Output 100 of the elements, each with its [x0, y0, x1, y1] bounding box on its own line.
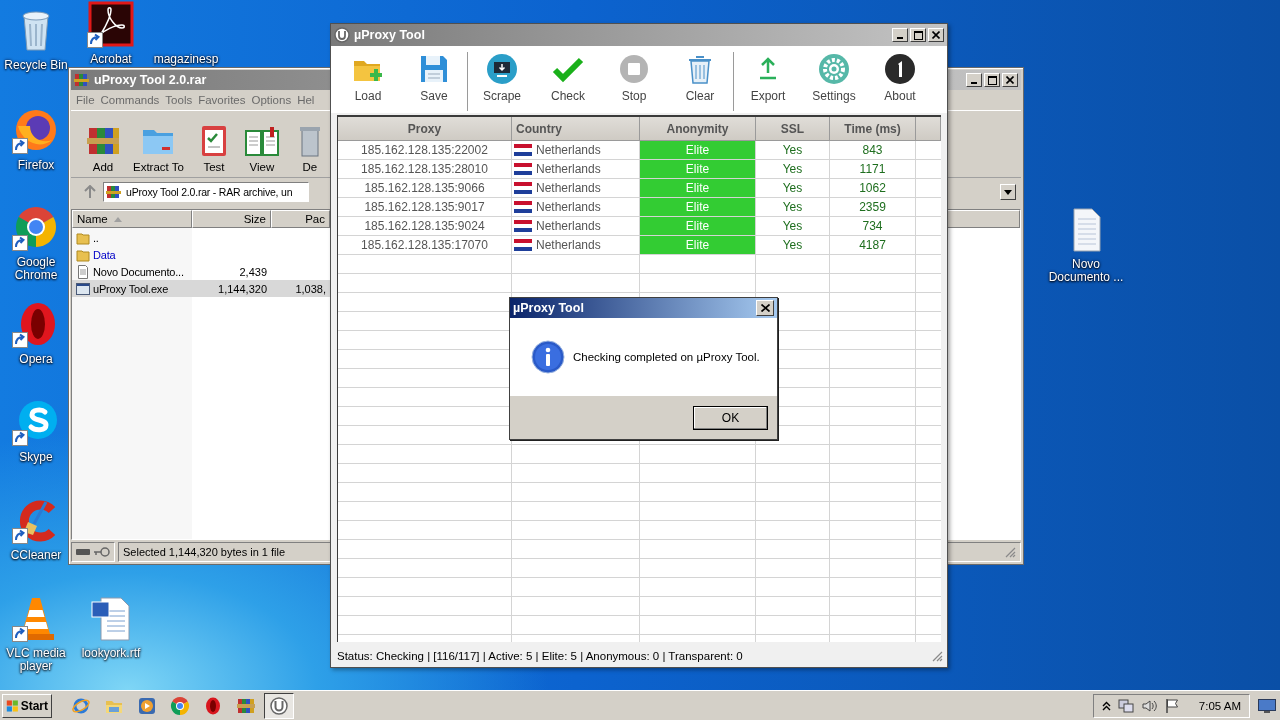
toolbar-button[interactable]: Add [79, 122, 127, 173]
menu-item[interactable]: Tools [162, 94, 196, 106]
flag-icon [514, 144, 532, 156]
key-icon [94, 547, 110, 557]
table-cell-text: 185.162.128.135:17070 [360, 237, 489, 254]
file-size: 2,439 [239, 265, 268, 278]
flag-icon [514, 163, 532, 175]
column-header[interactable]: Anonymity [640, 117, 756, 141]
file-row[interactable]: uProxy Tool.exe 1,144,320 1,038, [72, 280, 330, 297]
desktop-icon-label[interactable]: Novo Documento ... [1046, 258, 1126, 284]
monitor-icon [1258, 698, 1276, 713]
file-name: .. [93, 231, 99, 244]
column-header[interactable]: SSL [756, 117, 830, 141]
table-cell: Netherlands [536, 200, 601, 214]
start-button[interactable]: Start [2, 693, 52, 718]
maximize-button[interactable] [910, 28, 926, 42]
toolbar-button[interactable]: Scrape [469, 46, 535, 113]
menu-item[interactable]: Favorites [195, 94, 249, 106]
ok-button[interactable]: OK [693, 405, 768, 430]
desktop-icon-label[interactable]: Acrobat [90, 53, 132, 66]
minimize-button[interactable] [966, 73, 982, 87]
flag-icon [514, 239, 532, 251]
menu-item[interactable]: File [73, 94, 98, 106]
status-text: Selected 1,144,320 bytes in 1 file [123, 546, 286, 558]
table-cell-text: Yes [781, 161, 804, 178]
table-cell-text: 734 [861, 218, 884, 235]
table-cell-text: 1062 [858, 180, 887, 197]
toolbar-button[interactable]: Settings [801, 46, 867, 113]
close-button[interactable] [756, 300, 774, 316]
window-title: µProxy Tool [354, 28, 425, 42]
menu-item[interactable]: Options [248, 94, 295, 106]
column-header[interactable]: Country [512, 117, 640, 141]
taskbar-app-button[interactable] [264, 692, 294, 719]
maximize-button[interactable] [984, 73, 1000, 87]
desktop-icon-label[interactable]: Firefox [17, 159, 55, 172]
file-row[interactable]: Data [72, 246, 330, 263]
address-field[interactable]: uProxy Tool 2.0.rar - RAR archive, un [103, 182, 309, 202]
anonymity-cell: Elite [640, 198, 755, 216]
flag-icon[interactable] [1163, 697, 1180, 714]
table-cell: Netherlands [536, 219, 601, 233]
toolbar-button[interactable]: Stop [601, 46, 667, 113]
file-row[interactable]: .. [72, 229, 330, 246]
toolbar-button[interactable]: Extract To [127, 122, 190, 173]
dialog-title: µProxy Tool [513, 301, 584, 315]
folder-icon [76, 230, 90, 245]
document-icon [76, 264, 90, 279]
table-cell-text: 4187 [858, 237, 887, 254]
desktop-icon-label[interactable]: Opera [19, 353, 53, 366]
file-name: Novo Documento... [93, 265, 184, 278]
table-cell-text: 185.162.128.135:9017 [363, 199, 486, 216]
toolbar-button[interactable]: Check [535, 46, 601, 113]
close-icon [932, 31, 940, 39]
dropdown-button[interactable] [1000, 184, 1016, 200]
table-cell-text: Yes [781, 218, 804, 235]
info-icon [531, 340, 565, 374]
settings-icon [818, 53, 850, 85]
table-cell-text: 843 [861, 142, 884, 159]
desktop-icon-label[interactable]: magazinesp [153, 53, 219, 66]
anonymity-cell: Elite [640, 179, 755, 197]
media-player-icon [137, 695, 157, 716]
anonymity-cell: Elite [640, 160, 755, 178]
toolbar-button[interactable]: Export [735, 46, 801, 113]
column-header[interactable]: Name [72, 210, 192, 228]
anonymity-cell: Elite [640, 217, 755, 235]
column-header[interactable]: Size [192, 210, 271, 228]
desktop-icon-label[interactable]: Google Chrome [4, 256, 68, 282]
toolbar-button[interactable]: Test [189, 122, 238, 173]
column-header[interactable]: Time (ms) [830, 117, 916, 141]
column-header[interactable]: Proxy [338, 117, 512, 141]
table-cell: Netherlands [536, 238, 601, 252]
column-header[interactable]: Pac [271, 210, 330, 228]
desktop-icon-label[interactable]: Recycle Bin [4, 59, 68, 72]
menu-item[interactable]: Hel [294, 94, 318, 106]
toolbar-button[interactable]: About [867, 46, 933, 113]
toolbar-button[interactable]: Load [335, 46, 401, 113]
close-button[interactable] [1002, 73, 1018, 87]
table-cell-text: 185.162.128.135:28010 [360, 161, 489, 178]
volume-icon[interactable] [1140, 697, 1157, 714]
network-icon[interactable] [1117, 697, 1134, 714]
chevron-up-icon[interactable] [1101, 700, 1111, 711]
toolbar-button[interactable]: De [285, 122, 334, 173]
close-button[interactable] [928, 28, 944, 42]
toolbar-button[interactable]: View [237, 122, 286, 173]
flag-icon [514, 201, 532, 213]
stop-icon [618, 53, 650, 85]
file-row[interactable]: Novo Documento... 2,439 [72, 263, 330, 280]
table-cell: Netherlands [536, 181, 601, 195]
flag-icon [514, 220, 532, 232]
desktop-icon-label[interactable]: Skype [19, 451, 53, 464]
toolbar-button[interactable]: Clear [667, 46, 733, 113]
window-title: uProxy Tool 2.0.rar [94, 73, 207, 87]
app-logo-icon [334, 27, 350, 43]
menu-item[interactable]: Commands [97, 94, 163, 106]
maximize-icon [913, 30, 923, 40]
minimize-button[interactable] [892, 28, 908, 42]
info-icon [884, 53, 916, 85]
toolbar-button[interactable]: Save [401, 46, 467, 113]
flag-icon [514, 182, 532, 194]
anonymity-cell: Elite [640, 236, 755, 254]
document-app-icon[interactable] [87, 0, 135, 48]
